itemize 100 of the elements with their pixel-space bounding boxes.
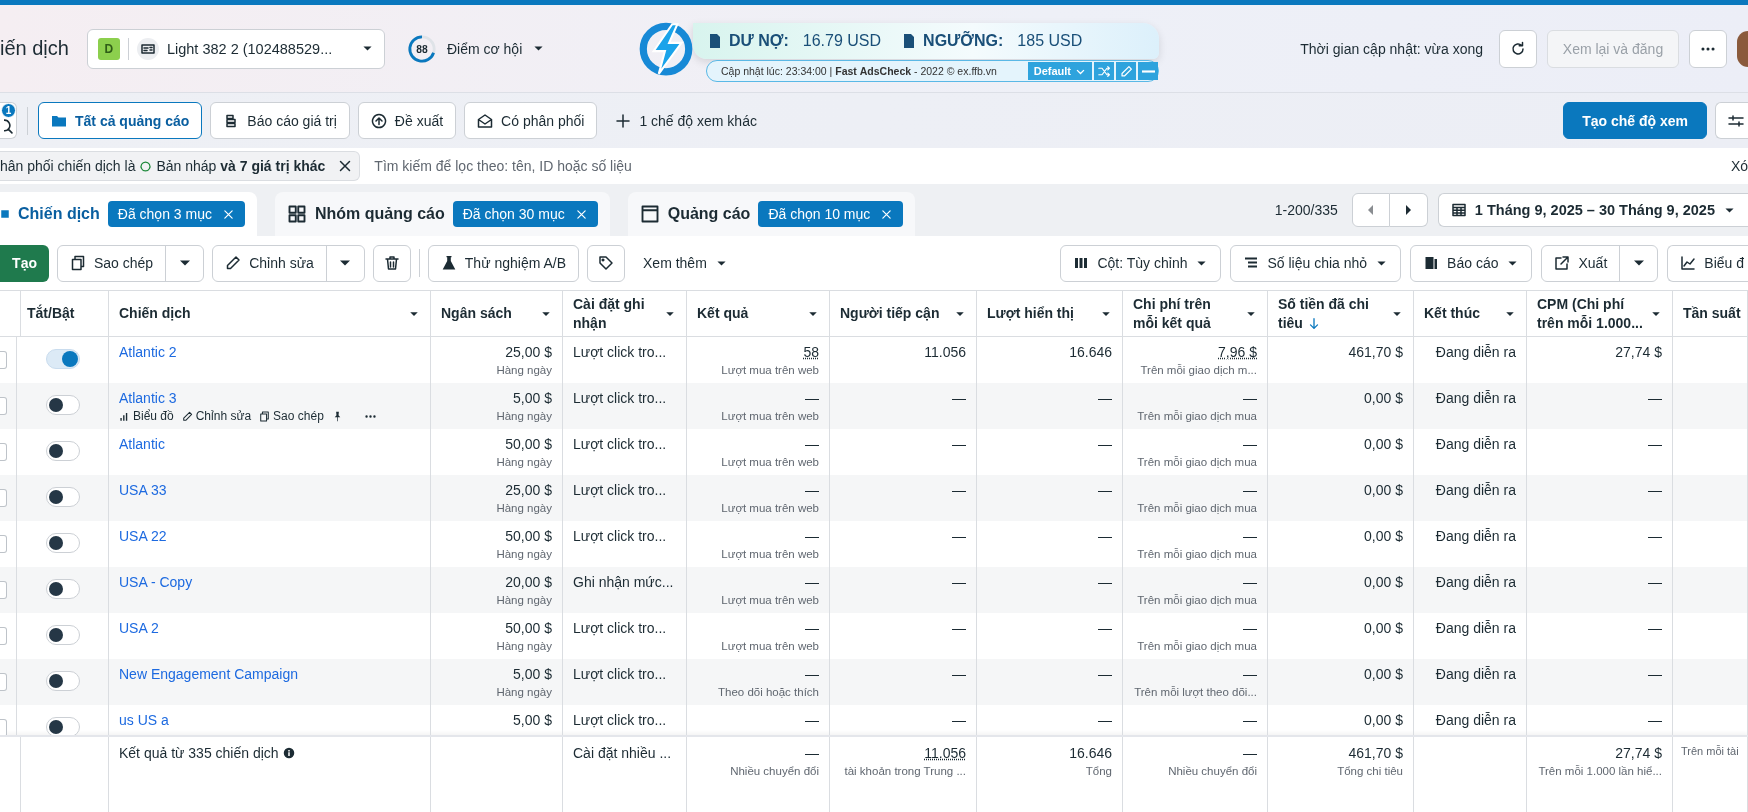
row-action-link[interactable]: Chỉnh sửa	[181, 409, 252, 423]
column-header[interactable]: Chiến dịch	[119, 304, 402, 323]
row-checkbox[interactable]	[0, 719, 7, 735]
cell-value: —	[1648, 666, 1662, 682]
see-more-button[interactable]: Xem thêm	[633, 255, 738, 271]
cell-value[interactable]: 7,96 $	[1218, 344, 1257, 360]
row-checkbox[interactable]	[0, 581, 7, 599]
cell-value[interactable]: 58	[803, 344, 819, 360]
view-button[interactable]: Báo cáo giá trị	[210, 102, 350, 139]
column-header[interactable]: CPM (Chi phí trên mỗi 1.000...	[1537, 295, 1644, 332]
row-checkbox[interactable]	[0, 535, 7, 553]
account-badge: D	[97, 37, 120, 60]
campaign-link[interactable]: USA - Copy	[119, 574, 420, 590]
campaign-link[interactable]: Atlantic	[119, 436, 420, 452]
toggle-switch[interactable]	[45, 349, 80, 369]
cell-value: 50,00 $	[505, 436, 552, 452]
row-checkbox[interactable]	[0, 673, 7, 691]
toggle-switch[interactable]	[45, 395, 80, 415]
selection-badge[interactable]: Đã chọn 10 mục	[758, 201, 904, 227]
toggle-switch[interactable]	[45, 533, 80, 553]
cell-value: Đang diễn ra	[1435, 390, 1516, 406]
cell-value: —	[805, 436, 819, 452]
toggle-switch[interactable]	[45, 487, 80, 507]
cell-value: Đang diễn ra	[1435, 482, 1516, 498]
previous-page-button[interactable]	[1351, 193, 1390, 227]
delete-button[interactable]	[372, 244, 411, 282]
tag-button[interactable]	[587, 244, 625, 282]
shuffle-button[interactable]	[1094, 62, 1114, 80]
column-header[interactable]: Kết quả	[697, 304, 801, 323]
column-header[interactable]: Người tiếp cận	[840, 304, 948, 323]
copy-icon	[70, 255, 86, 271]
column-header[interactable]: Chi phí trên mỗi kết quả	[1133, 295, 1239, 332]
notification-badge: 1	[1, 103, 16, 118]
row-checkbox[interactable]	[0, 443, 7, 461]
reports-button[interactable]: Báo cáo	[1410, 244, 1533, 282]
column-header[interactable]: Tắt/Bật	[27, 304, 98, 323]
level-tab[interactable]: Nhóm quảng cáo Đã chọn 30 mục	[274, 192, 610, 236]
edit-button[interactable]: Chỉnh sửa	[213, 245, 326, 281]
account-dropdown[interactable]: D Light 382 2 (102488529...	[86, 28, 385, 69]
level-tab[interactable]: Chiến dịch Đã chọn 3 mục	[0, 192, 257, 236]
cell-value: —	[805, 528, 819, 544]
row-checkbox[interactable]	[0, 627, 7, 645]
opportunity-score-dropdown[interactable]: 88 Điểm cơ hội	[406, 33, 546, 64]
columns-button[interactable]: Cột: Tùy chỉnh	[1060, 244, 1222, 282]
toggle-switch[interactable]	[45, 717, 80, 735]
toggle-switch[interactable]	[45, 441, 80, 461]
level-tab[interactable]: Quảng cáo Đã chọn 10 mục	[627, 192, 916, 236]
date-range-picker[interactable]: 1 Tháng 9, 2025 – 30 Tháng 9, 2025	[1437, 193, 1748, 227]
campaign-link[interactable]: USA 33	[119, 482, 420, 498]
filter-field[interactable]: hân phối chiến dịch là Bản nháp và 7 giá trị khác Tìm kiếm để lọc theo: tên, ID hoặc số liệu Xó	[0, 148, 1748, 184]
ab-test-button[interactable]: Thử nghiệm A/B	[427, 244, 579, 282]
summary-subtext: Tổng	[1085, 765, 1112, 777]
cell-value: —	[1098, 390, 1112, 406]
campaign-link[interactable]: USA 2	[119, 620, 420, 636]
cell-value: —	[1648, 712, 1662, 728]
refresh-button[interactable]	[1499, 29, 1537, 68]
view-button[interactable]: Có phân phối	[464, 102, 598, 139]
minimize-button[interactable]	[1138, 62, 1158, 80]
row-action-link[interactable]: Biểu đồ	[119, 409, 174, 423]
toggle-switch[interactable]	[45, 671, 80, 691]
view-button[interactable]: Tất cả quảng cáo	[38, 102, 203, 139]
cell-value: 11.056	[924, 344, 966, 360]
cell-value: Đang diễn ra	[1435, 574, 1516, 590]
duplicate-button[interactable]: Sao chép	[58, 245, 166, 281]
selection-badge[interactable]: Đã chọn 30 mục	[452, 201, 598, 227]
more-views-button[interactable]: 1 chế độ xem khác	[605, 112, 767, 129]
row-action-link[interactable]: Sao chép	[259, 409, 324, 423]
summary-subtext: Tổng chi tiêu	[1337, 765, 1403, 777]
column-header[interactable]: Lượt hiển thị	[987, 304, 1094, 323]
search-button[interactable]: 1	[0, 102, 17, 139]
toggle-switch[interactable]	[45, 579, 80, 599]
column-header[interactable]: Tần suất	[1683, 304, 1741, 323]
campaign-link[interactable]: us US a	[119, 712, 420, 728]
edit-button[interactable]	[1116, 62, 1136, 80]
threshold-value: 185 USD	[1017, 32, 1083, 50]
next-page-button[interactable]	[1389, 193, 1428, 227]
column-header[interactable]: Cài đặt ghi nhận	[573, 295, 658, 332]
create-button[interactable]: Tạo	[0, 244, 49, 282]
filter-chip[interactable]: hân phối chiến dịch là Bản nháp và 7 giá trị khác	[0, 151, 361, 181]
clear-link[interactable]: Xó	[1730, 158, 1748, 174]
create-view-button[interactable]: Tạo chế độ xem	[1563, 102, 1707, 139]
selection-badge[interactable]: Đã chọn 3 mục	[107, 201, 245, 227]
export-button[interactable]: Xuất	[1542, 245, 1620, 281]
column-header[interactable]: Ngân sách	[441, 304, 534, 323]
row-checkbox[interactable]	[0, 489, 7, 507]
campaign-link[interactable]: Atlantic 3	[119, 390, 420, 406]
row-checkbox[interactable]	[0, 351, 7, 369]
campaign-link[interactable]: USA 22	[119, 528, 420, 544]
view-button[interactable]: Đề xuất	[357, 102, 457, 139]
row-checkbox[interactable]	[0, 397, 7, 415]
column-header[interactable]: Kết thúc	[1424, 304, 1498, 323]
cell-value: 5,00 $	[513, 712, 552, 728]
campaign-link[interactable]: Atlantic 2	[119, 344, 420, 360]
charts-button[interactable]: Biểu đ	[1667, 244, 1748, 282]
cell-value: 25,00 $	[505, 482, 552, 498]
breakdown-button[interactable]: Số liệu chia nhỏ	[1230, 244, 1402, 282]
column-header[interactable]: Số tiền đã chi tiêu	[1278, 295, 1385, 332]
settings-button[interactable]	[1715, 102, 1748, 139]
toggle-switch[interactable]	[45, 625, 80, 645]
campaign-link[interactable]: New Engagement Campaign	[119, 666, 420, 682]
